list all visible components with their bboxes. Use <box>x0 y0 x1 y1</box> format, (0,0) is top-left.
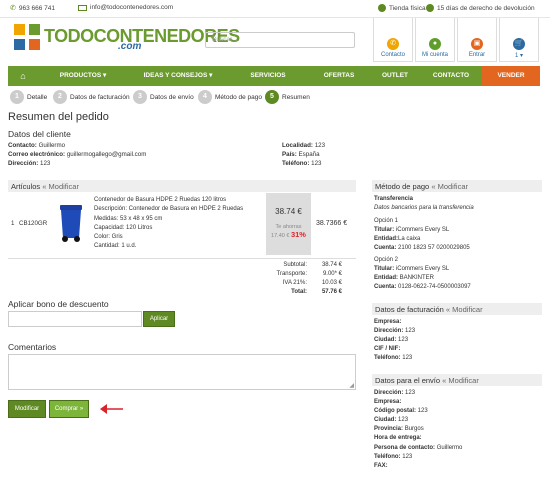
cart-button[interactable]: 🛒 1 ▾ <box>499 18 539 62</box>
nav-servicios[interactable]: SERVICIOS <box>228 66 308 86</box>
item-name: Contenedor de Basura HDPE 2 Ruedas 120 l… <box>94 197 227 203</box>
item-details: Contenedor de Basura HDPE 2 Ruedas 120 l… <box>94 196 243 252</box>
nav-ideas[interactable]: IDEAS Y CONSEJOS ▾ <box>128 66 228 86</box>
comments-heading: Comentarios <box>8 342 57 352</box>
item-price: 38.74 € <box>275 207 302 216</box>
step-5: 5 Resumen <box>265 90 310 104</box>
product-image <box>58 205 84 245</box>
resize-handle-icon: ◢ <box>349 383 354 389</box>
payment-header: Método de pago « Modificar <box>372 180 542 192</box>
login-button[interactable]: ▣ Entrar <box>457 18 497 62</box>
client-country: País: España <box>282 151 320 158</box>
cart-count: 1 ▾ <box>514 53 524 59</box>
step-4[interactable]: 4 Método de pago <box>198 90 262 104</box>
step-2[interactable]: 2 Datos de facturación <box>53 90 130 104</box>
nav-outlet[interactable]: OUTLET <box>370 66 420 86</box>
user-icon: ● <box>429 38 441 50</box>
shipping-modify-link[interactable]: « Modificar <box>442 376 479 385</box>
summary-values: 38.74 € 9.00* € 10.03 € 57.76 € <box>321 262 342 295</box>
account-button[interactable]: ● Mi cuenta <box>415 18 455 62</box>
logo[interactable] <box>14 24 40 52</box>
logo-icon <box>14 24 40 50</box>
shipping-details: Dirección: 123 Empresa: Código postal: 1… <box>374 390 463 469</box>
apply-coupon-button[interactable]: Aplicar <box>143 311 175 327</box>
nav-contacto[interactable]: CONTACTO <box>420 66 482 86</box>
phone-text: 963 666 741 <box>18 4 56 12</box>
client-address: Dirección: 123 <box>8 160 51 167</box>
main-nav: ⌂ PRODUCTOS ▾ IDEAS Y CONSEJOS ▾ SERVICI… <box>8 66 540 86</box>
shipping-header: Datos para el envío « Modificar <box>372 374 542 386</box>
billing-modify-link[interactable]: « Modificar <box>446 305 483 314</box>
client-heading: Datos del cliente <box>8 129 71 139</box>
nav-home[interactable]: ⌂ <box>8 66 38 86</box>
billing-details: Empresa: Dirección: 123 Ciudad: 123 CIF … <box>374 319 416 362</box>
location-icon <box>378 4 386 12</box>
client-phone: Teléfono: 123 <box>282 160 322 167</box>
logo-suffix: .com <box>118 41 142 52</box>
phone-icon: ✆ <box>387 38 399 50</box>
store-link[interactable]: Tienda física <box>378 4 426 12</box>
lock-icon: ▣ <box>471 38 483 50</box>
item-capacity: Capacidad: 120 Litros <box>94 224 153 231</box>
account-label: Mi cuenta <box>421 52 448 58</box>
step-1[interactable]: 1 Detalle <box>10 90 47 104</box>
billing-header: Datos de facturación « Modificar <box>372 303 542 315</box>
savings-row: 17.40 € 31% <box>271 230 306 239</box>
email-contact[interactable]: info@todocontenedores.com <box>78 4 173 11</box>
payment-details: Transferencia Datos bancarios para la tr… <box>374 196 474 290</box>
coupon-input[interactable] <box>8 311 142 327</box>
item-ref: CB120GR <box>19 220 48 227</box>
client-email: Correo electrónico: guillermogallego@gma… <box>8 151 147 158</box>
modify-button[interactable]: Modificar <box>8 400 46 418</box>
item-color: Color: Gris <box>94 234 123 241</box>
login-label: Entrar <box>468 52 486 58</box>
divider <box>8 258 356 259</box>
contact-label: Contacto <box>380 52 405 58</box>
contact-button[interactable]: ✆ Contacto <box>373 18 413 62</box>
item-quantity: Cantidad: 1 u.d. <box>94 243 137 250</box>
item-total: 38.7366 € <box>316 220 348 227</box>
nav-vender[interactable]: VENDER <box>482 66 540 86</box>
step-3[interactable]: 3 Datos de envío <box>133 90 194 104</box>
store-text: Tienda física <box>389 4 426 12</box>
home-icon: ⌂ <box>20 71 26 81</box>
item-qty: 1 <box>11 220 15 227</box>
phone-icon: ✆ <box>10 5 16 12</box>
mail-icon <box>78 4 87 11</box>
price-box: 38.74 € Te ahorras 17.40 € 31% <box>266 193 311 255</box>
top-bar: ✆ 963 666 741 info@todocontenedores.com … <box>0 0 550 18</box>
coupon-heading: Aplicar bono de descuento <box>8 299 109 309</box>
client-contact: Contacto: Guillermo <box>8 142 66 149</box>
check-icon <box>426 4 434 12</box>
comments-textarea[interactable]: ◢ <box>8 354 356 390</box>
cart-icon: 🛒 <box>513 38 525 50</box>
payment-modify-link[interactable]: « Modificar <box>431 182 468 191</box>
returns-info: 15 días de derecho de devolución <box>426 4 535 12</box>
page-title: Resumen del pedido <box>8 111 109 123</box>
email-text: info@todocontenedores.com <box>90 4 174 11</box>
articles-modify-link[interactable]: « Modificar <box>42 182 79 191</box>
phone-contact[interactable]: ✆ 963 666 741 <box>10 4 56 13</box>
summary-labels: Subtotal: Transporte: IVA 21%: Total: <box>276 262 307 295</box>
buy-button[interactable]: Comprar » <box>49 400 89 418</box>
item-measures: Medidas: 53 x 48 x 95 cm <box>94 215 163 222</box>
client-city: Localidad: 123 <box>282 142 326 149</box>
item-desc: Descripción: Contenedor de Basura en HDP… <box>94 206 244 213</box>
nav-productos[interactable]: PRODUCTOS ▾ <box>38 66 128 86</box>
returns-text: 15 días de derecho de devolución <box>437 4 535 12</box>
arrow-annotation-icon <box>99 403 123 417</box>
nav-ofertas[interactable]: OFERTAS <box>308 66 370 86</box>
search-input[interactable]: Buscar ... <box>205 32 355 48</box>
articles-header: Artículos « Modificar <box>8 180 356 192</box>
